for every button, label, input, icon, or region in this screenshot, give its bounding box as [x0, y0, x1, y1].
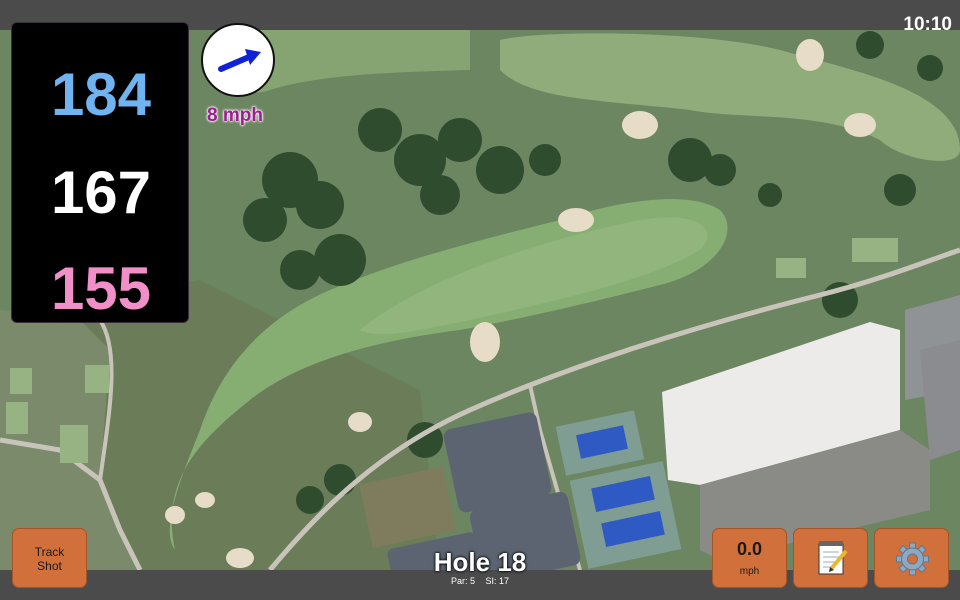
hole-stroke-index: SI: 17: [485, 576, 510, 586]
settings-button[interactable]: [874, 528, 949, 588]
notepad-icon: [818, 541, 848, 575]
middle-distance: 167: [50, 159, 152, 226]
track-shot-label-line2: Shot: [37, 559, 62, 573]
wind-button-value: 0.0: [736, 539, 763, 559]
hole-info: Par: 5 SI: 17: [380, 576, 580, 586]
hole-title: Hole 18: [433, 547, 527, 577]
hole-par: Par: 5: [450, 576, 475, 586]
arrow-icon: [218, 49, 261, 72]
gear-icon: [896, 542, 929, 576]
notes-button[interactable]: [793, 528, 868, 588]
front-distance: 155: [50, 255, 152, 322]
track-shot-label-line1: Track: [34, 545, 65, 559]
wind-speed-label: 8 mph: [207, 105, 263, 126]
track-shot-button[interactable]: Track Shot: [12, 528, 87, 588]
wind-speed-button[interactable]: 0.0 mph: [712, 528, 787, 588]
distance-panel: 184 167 155: [11, 22, 189, 323]
wind-button-unit: mph: [739, 566, 760, 577]
back-distance: 184: [50, 61, 152, 128]
wind-direction-indicator: [201, 23, 275, 97]
clock: 10:10: [903, 14, 952, 35]
